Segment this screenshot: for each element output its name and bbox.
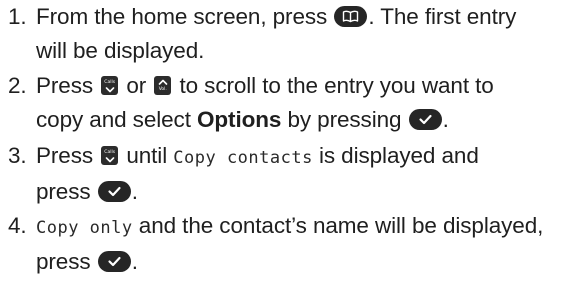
vol-up-key-icon: Vol. — [154, 75, 172, 95]
step-text-segment: until — [126, 143, 168, 168]
key-label: Calls — [104, 79, 116, 85]
step-line: Press Calls or Vol. to scroll to the ent… — [36, 69, 581, 103]
display-text: Copy only — [36, 218, 133, 238]
step-text-segment: and the contact’s name will be displayed… — [138, 213, 544, 238]
step-text: Press Calls until Copy contacts is displ… — [36, 139, 581, 209]
step-text-segment: . — [131, 249, 138, 274]
step-text: Press Calls or Vol. to scroll to the ent… — [36, 69, 581, 137]
step-number: 4. — [8, 213, 27, 238]
step-text: From the home screen, press . The first … — [36, 0, 581, 68]
step-text-segment: Press — [36, 143, 94, 168]
step-text-segment: . — [131, 179, 138, 204]
instruction-list: 1. From the home screen, press . The fir… — [0, 0, 583, 281]
key-label: Vol. — [158, 86, 167, 92]
options-label: Options — [197, 107, 282, 132]
step-text-segment: is displayed and — [318, 143, 479, 168]
key-label: Calls — [104, 149, 116, 155]
step-text-segment: . The first entry — [368, 4, 517, 29]
checkmark-icon — [97, 250, 131, 272]
step-text: Copy only and the contact’s name will be… — [36, 209, 581, 279]
calls-down-key-icon: Calls — [101, 145, 119, 165]
phonebook-icon — [334, 5, 368, 27]
step-line: Press Calls until Copy contacts is displ… — [36, 139, 581, 175]
display-text: Copy contacts — [173, 148, 313, 168]
step-text-segment: copy and select — [36, 107, 191, 132]
step-text-segment: by pressing — [287, 107, 402, 132]
step-number: 3. — [8, 143, 27, 168]
checkmark-icon — [408, 108, 442, 130]
step-line: copy and select Options by pressing . — [36, 103, 581, 137]
step-number: 2. — [8, 73, 27, 98]
step-line: press . — [36, 175, 581, 209]
step-text-segment: press — [36, 249, 91, 274]
step-text-segment: will be displayed. — [36, 38, 205, 63]
step-text-segment: to scroll to the entry you want to — [179, 73, 494, 98]
step-text-segment: press — [36, 179, 91, 204]
step-text-segment: Press — [36, 73, 94, 98]
step-number: 1. — [8, 4, 27, 29]
step-text-segment: From the home screen, press — [36, 4, 328, 29]
step-line: From the home screen, press . The first … — [36, 0, 581, 34]
step-line: press . — [36, 245, 581, 279]
step-text-segment: . — [442, 107, 449, 132]
step-line: Copy only and the contact’s name will be… — [36, 209, 581, 245]
step-line: will be displayed. — [36, 34, 581, 68]
checkmark-icon — [97, 180, 131, 202]
calls-down-key-icon: Calls — [101, 75, 119, 95]
step-text-segment: or — [126, 73, 147, 98]
